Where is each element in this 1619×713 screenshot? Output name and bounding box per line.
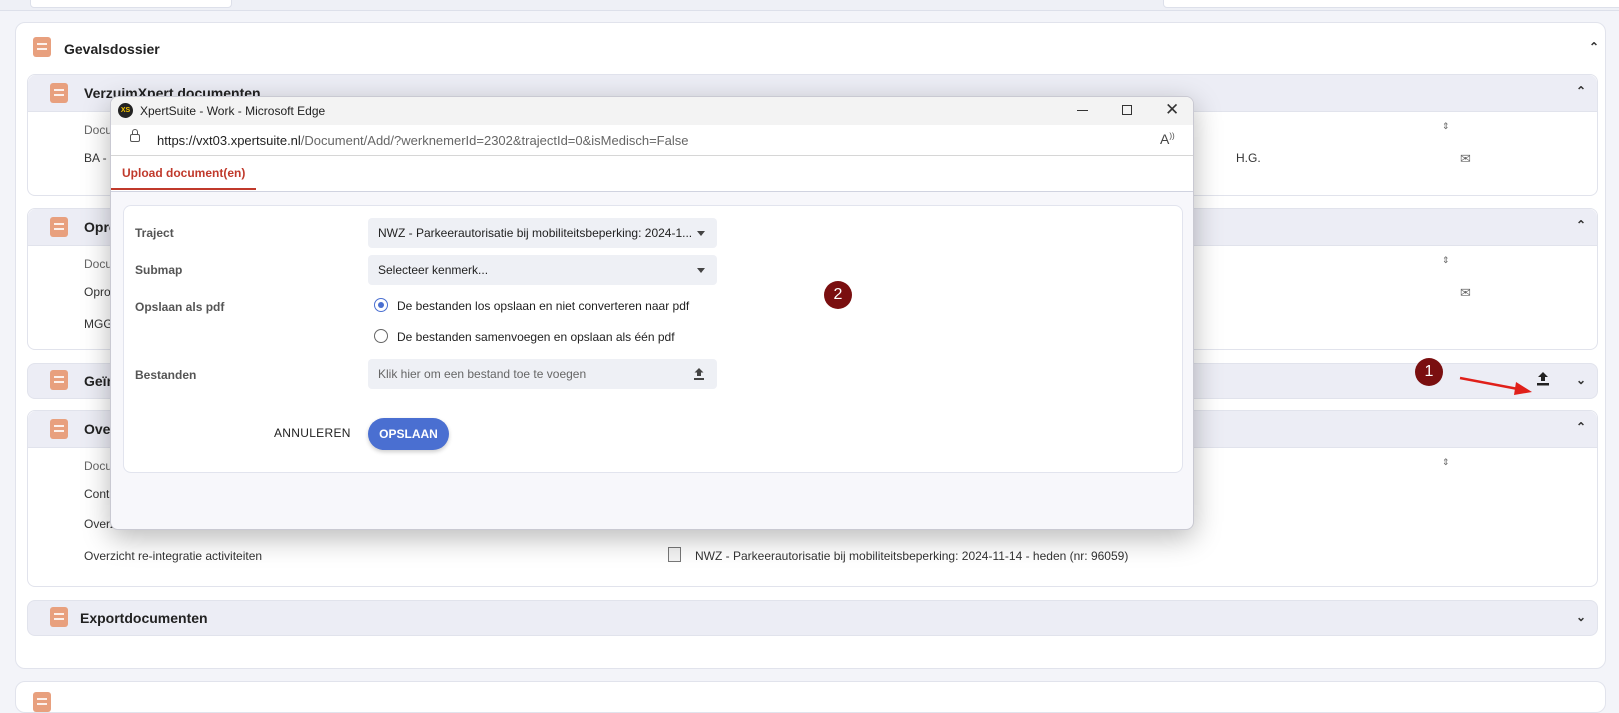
opslaan-als-pdf-label: Opslaan als pdf [135,300,225,314]
chevron-up-icon[interactable]: ⌃ [1573,419,1589,435]
dropdown-toggle-icon[interactable] [668,547,681,562]
traject-select-value: NWZ - Parkeerautorisatie bij mobiliteits… [378,226,693,240]
caret-down-icon [697,268,705,273]
document-icon [50,217,68,237]
traject-value: NWZ - Parkeerautorisatie bij mobiliteits… [695,549,1129,563]
top-tab-right[interactable] [1163,0,1619,8]
list-item[interactable]: Overzicht re-integratie activiteiten [84,549,262,563]
traject-label: Traject [135,226,174,240]
upload-form: Traject NWZ - Parkeerautorisatie bij mob… [123,205,1183,473]
column-header: Docu [84,257,113,271]
minimize-button[interactable] [1077,110,1088,111]
submap-select[interactable]: Selecteer kenmerk... [368,255,717,285]
annotation-badge-1: 1 [1415,358,1443,386]
sort-icon[interactable]: ⇕ [1442,255,1450,266]
maximize-button[interactable] [1122,105,1132,115]
chevron-up-icon[interactable]: ⌃ [1573,83,1589,99]
window-titlebar[interactable]: XS XpertSuite - Work - Microsoft Edge ✕ [111,97,1193,125]
bestanden-label: Bestanden [135,368,197,382]
sort-icon[interactable]: ⇕ [1442,121,1450,132]
submap-label: Submap [135,263,183,277]
traject-select[interactable]: NWZ - Parkeerautorisatie bij mobiliteits… [368,218,717,248]
chevron-down-icon[interactable]: ⌄ [1573,609,1589,625]
document-icon [50,83,68,103]
list-item[interactable]: MGG [84,317,113,331]
section-title: Exportdocumenten [80,610,208,626]
document-icon [50,607,68,627]
cancel-button[interactable]: ANNULEREN [274,426,351,440]
address-bar[interactable]: https://vxt03.xpertsuite.nl/Document/Add… [111,125,1193,156]
chevron-up-icon[interactable]: ⌃ [1573,217,1589,233]
column-header: Docu [84,123,113,137]
url-host: https://vxt03.xpertsuite.nl [157,133,301,148]
column-header: Docu [84,459,113,473]
next-card [15,681,1606,713]
annotation-arrow [1459,376,1532,395]
pdf-option-separate-radio[interactable] [374,298,388,312]
caret-down-icon [697,231,705,236]
edge-popup-window: XS XpertSuite - Work - Microsoft Edge ✕ … [110,96,1194,530]
tab-upload-documenten[interactable]: Upload document(en) [122,166,245,180]
document-icon [33,37,51,57]
top-tab-left[interactable] [30,0,232,8]
lock-icon [130,134,140,142]
pdf-option-merge-label[interactable]: De bestanden samenvoegen en opslaan als … [397,330,675,344]
annotation-badge-2: 2 [824,281,852,309]
lock-shackle-icon [132,129,138,135]
pdf-option-merge-radio[interactable] [374,329,388,343]
upload-icon [693,367,705,381]
app-logo-icon: XS [118,103,133,118]
url-path: /Document/Add/?werknemerId=2302&trajectI… [300,133,689,148]
list-item-owner: H.G. [1236,151,1261,165]
chevron-down-icon[interactable]: ⌄ [1573,372,1589,388]
submap-select-value: Selecteer kenmerk... [378,263,489,277]
document-icon [50,370,68,390]
list-item[interactable]: BA - \ [84,151,113,165]
sort-icon[interactable]: ⇕ [1442,457,1450,468]
section-exportdocumenten: Exportdocumenten ⌄ [27,600,1598,636]
close-button[interactable]: ✕ [1165,100,1179,120]
document-icon [50,419,68,439]
save-button[interactable]: OPSLAAN [368,418,449,450]
pdf-option-separate-label[interactable]: De bestanden los opslaan en niet convert… [397,299,689,313]
mail-icon[interactable]: ✉ [1460,285,1471,301]
active-tab-indicator [111,188,256,190]
upload-icon[interactable] [1536,371,1550,387]
document-icon [33,692,51,712]
mail-icon[interactable]: ✉ [1460,151,1471,167]
url-text: https://vxt03.xpertsuite.nl/Document/Add… [157,133,688,148]
file-upload-field[interactable]: Klik hier om een bestand toe te voegen [368,359,717,389]
read-aloud-icon[interactable]: A)) [1160,131,1175,147]
tab-bar: Upload document(en) [111,156,1193,192]
chevron-up-icon[interactable]: ⌃ [1586,39,1602,55]
window-title: XpertSuite - Work - Microsoft Edge [140,104,326,118]
file-upload-placeholder: Klik hier om een bestand toe te voegen [378,367,587,381]
page-title: Gevalsdossier [64,41,160,57]
